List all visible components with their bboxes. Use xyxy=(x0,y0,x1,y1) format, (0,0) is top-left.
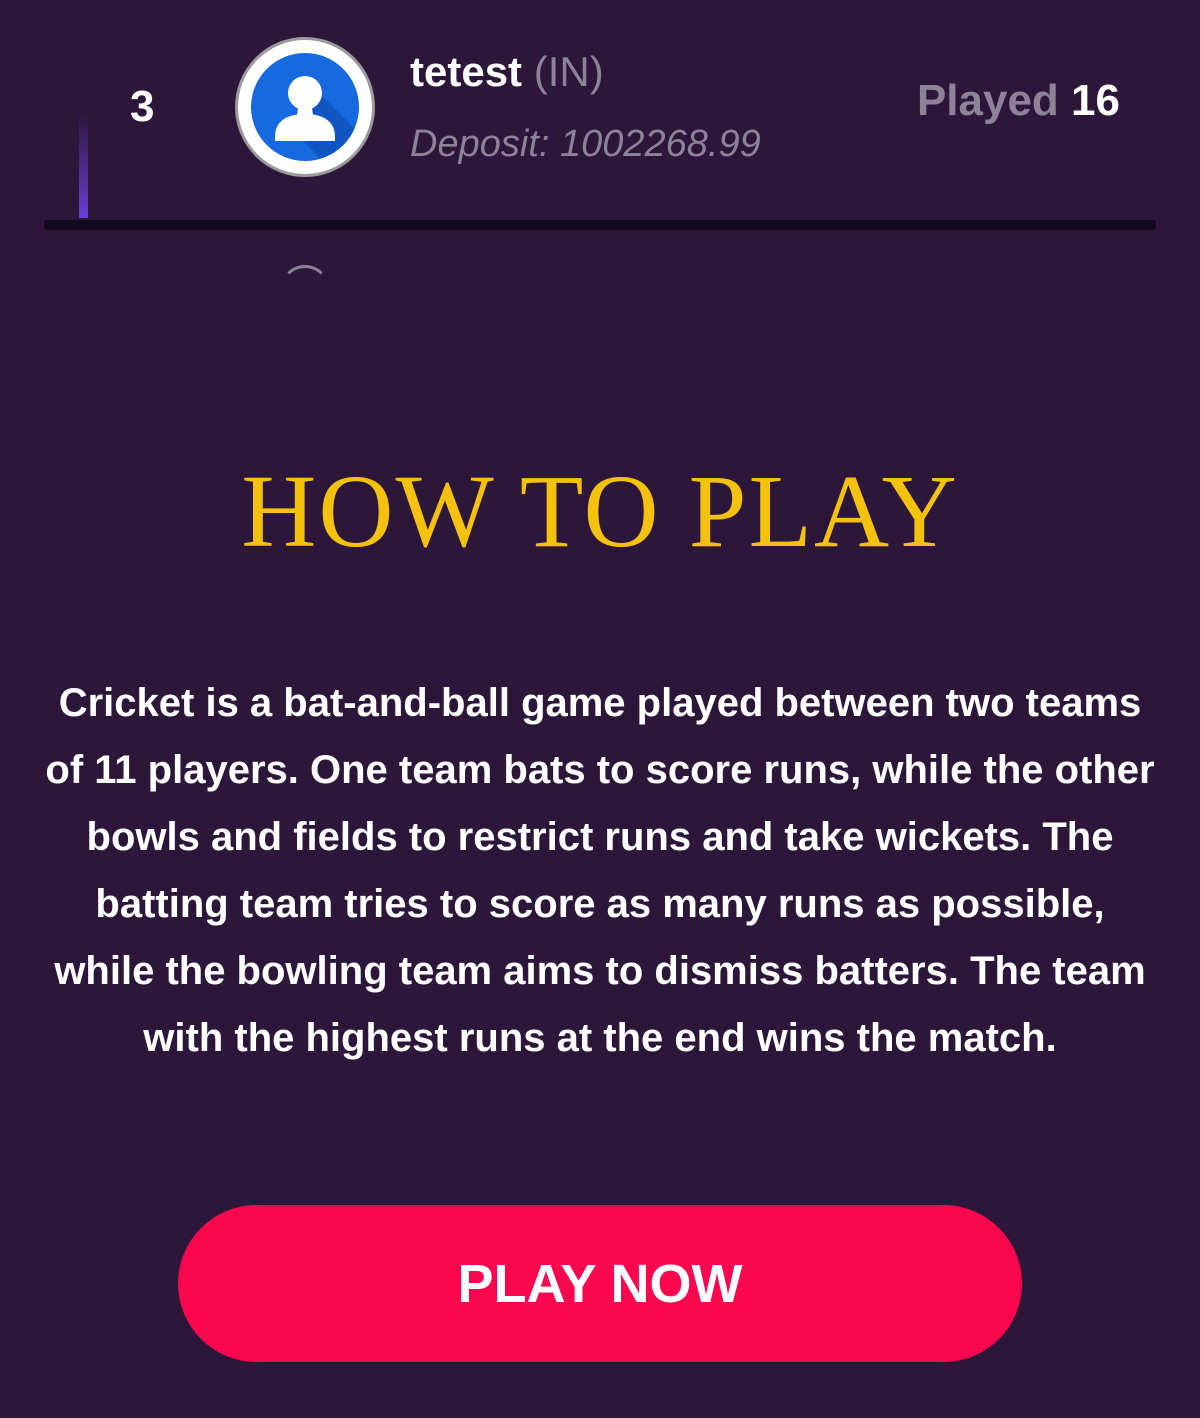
user-avatar-icon xyxy=(251,53,359,161)
rank-number: 3 xyxy=(130,82,155,131)
leaderboard-row[interactable]: 3 tetest (IN) Deposit: 1002268.99 Played… xyxy=(44,0,1156,230)
avatar xyxy=(235,37,375,177)
player-country: (IN) xyxy=(533,48,604,95)
deposit-label: Deposit: xyxy=(410,123,550,165)
played-stat: Played 16 xyxy=(917,76,1120,126)
deposit-value: 1002268.99 xyxy=(559,123,761,165)
how-to-play-description: Cricket is a bat-and-ball game played be… xyxy=(45,681,1155,1060)
loading-spinner-icon xyxy=(280,265,330,315)
row-divider xyxy=(44,220,1156,230)
played-label: Played xyxy=(916,76,1059,125)
play-now-button[interactable]: PLAY NOW xyxy=(178,1205,1022,1362)
player-name-line: tetest (IN) xyxy=(410,48,604,96)
played-count: 16 xyxy=(1071,76,1120,125)
rank-accent-bar xyxy=(79,112,88,218)
how-to-play-title: HOW TO PLAY xyxy=(241,454,959,569)
deposit-line: Deposit: 1002268.99 xyxy=(410,123,761,166)
player-name: tetest xyxy=(410,48,523,95)
